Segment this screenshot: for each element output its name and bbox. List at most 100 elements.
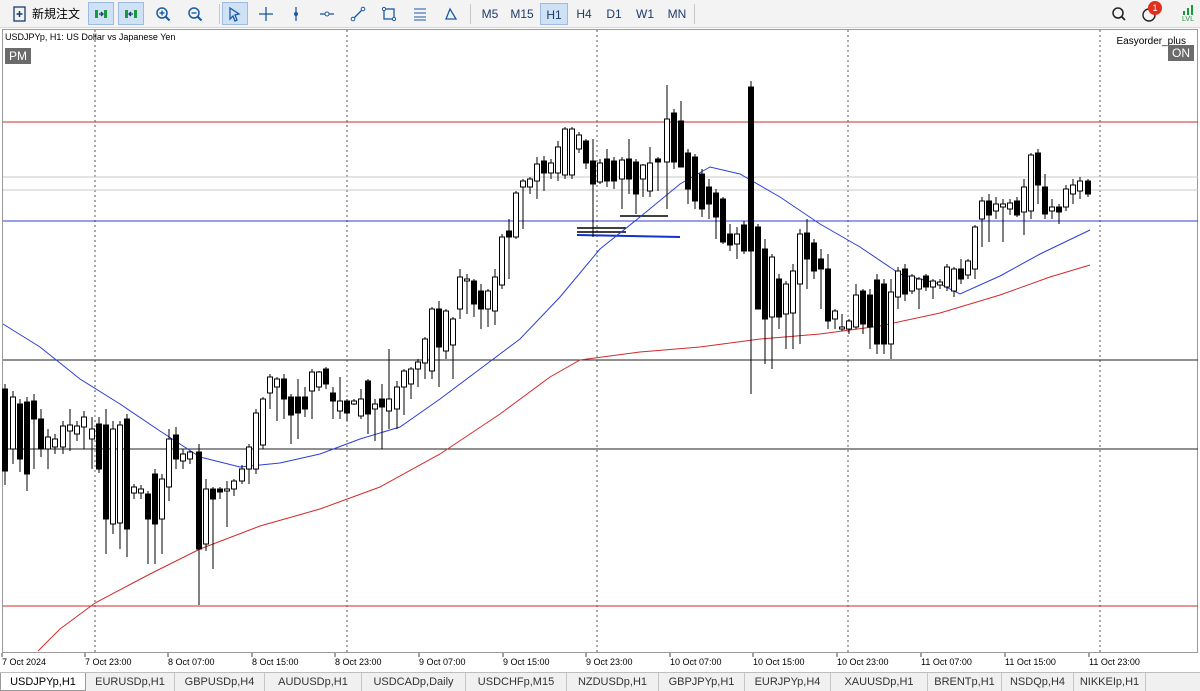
bearish-candle: [1042, 186, 1048, 215]
bullish-candle: [117, 424, 123, 524]
bearish-candle: [655, 158, 661, 163]
one-click-trading-icon: [95, 9, 107, 18]
notifications-button[interactable]: 1: [1137, 1, 1163, 25]
chart-tab[interactable]: XAUUSDp,H1: [831, 673, 928, 691]
chart-tab[interactable]: EURUSDp,H1: [86, 673, 175, 691]
bullish-candle: [67, 424, 73, 432]
bullish-candle: [316, 371, 322, 388]
chart-tabs-bar: USDJPYp,H1 EURUSDp,H1 GBPUSDp,H4 AUDUSDp,H1…: [0, 672, 1200, 691]
bearish-candle: [344, 400, 350, 414]
shapes-button[interactable]: [438, 2, 464, 25]
zoom-out-icon: [188, 6, 203, 21]
zoom-out-button[interactable]: [182, 2, 208, 25]
expert-advisor-status-badge[interactable]: ON: [1168, 45, 1194, 61]
timeframe-mn-button[interactable]: MN: [662, 3, 692, 25]
fibonacci-icon: [414, 8, 426, 20]
bullish-candle: [309, 371, 315, 392]
bullish-candle: [1007, 202, 1013, 210]
drawn-segment-line[interactable]: [576, 234, 681, 238]
rectangle-button[interactable]: [376, 2, 402, 25]
chart-tab[interactable]: AUDUSDp,H1: [265, 673, 362, 691]
bullish-candle: [138, 488, 144, 494]
bearish-candle: [365, 380, 371, 415]
bearish-candle: [330, 392, 336, 402]
bullish-candle: [224, 488, 230, 492]
depth-of-market-button[interactable]: [118, 2, 144, 25]
price-chart[interactable]: 7 Oct 2024 7 Oct 23:00 8 Oct 07:00 8 Oct 15…: [0, 29, 1200, 674]
bullish-candle: [274, 378, 280, 388]
timeframe-m5-button[interactable]: M5: [476, 3, 504, 25]
search-button[interactable]: [1106, 2, 1132, 25]
fibonacci-button[interactable]: [407, 2, 433, 25]
signal-strength-button[interactable]: LVL: [1175, 2, 1200, 25]
chart-tab[interactable]: NZDUSDp,H1: [567, 673, 659, 691]
bearish-candle: [626, 158, 632, 180]
bullish-candle: [386, 398, 392, 412]
bullish-candle: [972, 226, 978, 270]
timeframe-m15-button[interactable]: M15: [507, 3, 537, 25]
bullish-candle: [797, 233, 803, 285]
chart-frame: [2, 29, 1198, 653]
timeframe-w1-button[interactable]: W1: [631, 3, 659, 25]
bullish-candle: [203, 488, 209, 545]
shapes-icon: [445, 7, 458, 20]
zoom-in-icon: [156, 6, 171, 21]
bullish-candle: [253, 412, 259, 470]
chart-tab[interactable]: NSDQp,H4: [1002, 673, 1074, 691]
bearish-candle: [281, 378, 287, 400]
bullish-candle: [159, 478, 165, 520]
timeframe-d1-button[interactable]: D1: [600, 3, 628, 25]
chart-tab[interactable]: BRENTp,H1: [928, 673, 1002, 691]
chart-tab[interactable]: USDJPYp,H1: [0, 673, 86, 691]
bullish-candle: [520, 180, 526, 188]
bullish-candle: [965, 260, 971, 276]
x-axis-label: 8 Oct 23:00: [335, 657, 382, 667]
bullish-candle: [979, 200, 985, 220]
chart-tab[interactable]: NIKKEIp,H1: [1074, 673, 1146, 691]
trendline-button[interactable]: [345, 2, 371, 25]
bearish-candle: [804, 232, 810, 260]
bearish-candle: [776, 278, 782, 318]
timeframe-h4-button[interactable]: H4: [570, 3, 598, 25]
bearish-candle: [1085, 180, 1091, 195]
one-click-trading-button[interactable]: [88, 2, 114, 25]
x-axis-label: 10 Oct 07:00: [670, 657, 722, 667]
timeframe-h1-button[interactable]: H1: [540, 3, 568, 25]
bearish-candle: [762, 248, 768, 320]
x-axis-label: 10 Oct 23:00: [837, 657, 889, 667]
chart-tab[interactable]: EURJPYp,H4: [745, 673, 831, 691]
bearish-candle: [671, 112, 677, 163]
bullish-candle: [555, 146, 561, 174]
toolbar-separator: [694, 4, 695, 24]
bullish-candle: [909, 275, 915, 292]
bullish-candle: [839, 326, 845, 330]
toolbar-separator: [219, 4, 220, 24]
horizontal-line-button[interactable]: [314, 2, 340, 25]
bullish-candle: [422, 338, 428, 364]
bullish-candle: [853, 294, 859, 328]
vertical-line-button[interactable]: [283, 2, 309, 25]
bullish-candle: [131, 486, 137, 494]
x-axis-label: 9 Oct 15:00: [503, 657, 550, 667]
cursor-button[interactable]: [222, 2, 248, 25]
bearish-candle: [323, 368, 329, 385]
zoom-in-button[interactable]: [150, 2, 176, 25]
chart-tab[interactable]: USDCADp,Daily: [362, 673, 466, 691]
cursor-icon: [229, 6, 241, 22]
chart-tab[interactable]: GBPJPYp,H1: [659, 673, 745, 691]
bullish-candle: [734, 233, 740, 245]
bearish-candle: [874, 279, 880, 345]
bearish-candle: [24, 401, 30, 475]
crosshair-button[interactable]: [253, 2, 279, 25]
bullish-candle: [166, 438, 172, 488]
chart-tab[interactable]: GBPUSDp,H4: [175, 673, 265, 691]
bullish-candle: [597, 162, 603, 183]
bearish-candle: [604, 158, 610, 182]
bullish-candle: [769, 256, 775, 318]
chart-tab[interactable]: USDCHFp,M15: [466, 673, 567, 691]
bullish-candle: [1028, 154, 1034, 212]
new-order-button[interactable]: 新規注文: [6, 2, 86, 25]
bullish-candle: [937, 281, 943, 286]
bullish-candle: [783, 283, 789, 315]
bullish-candle: [944, 266, 950, 288]
